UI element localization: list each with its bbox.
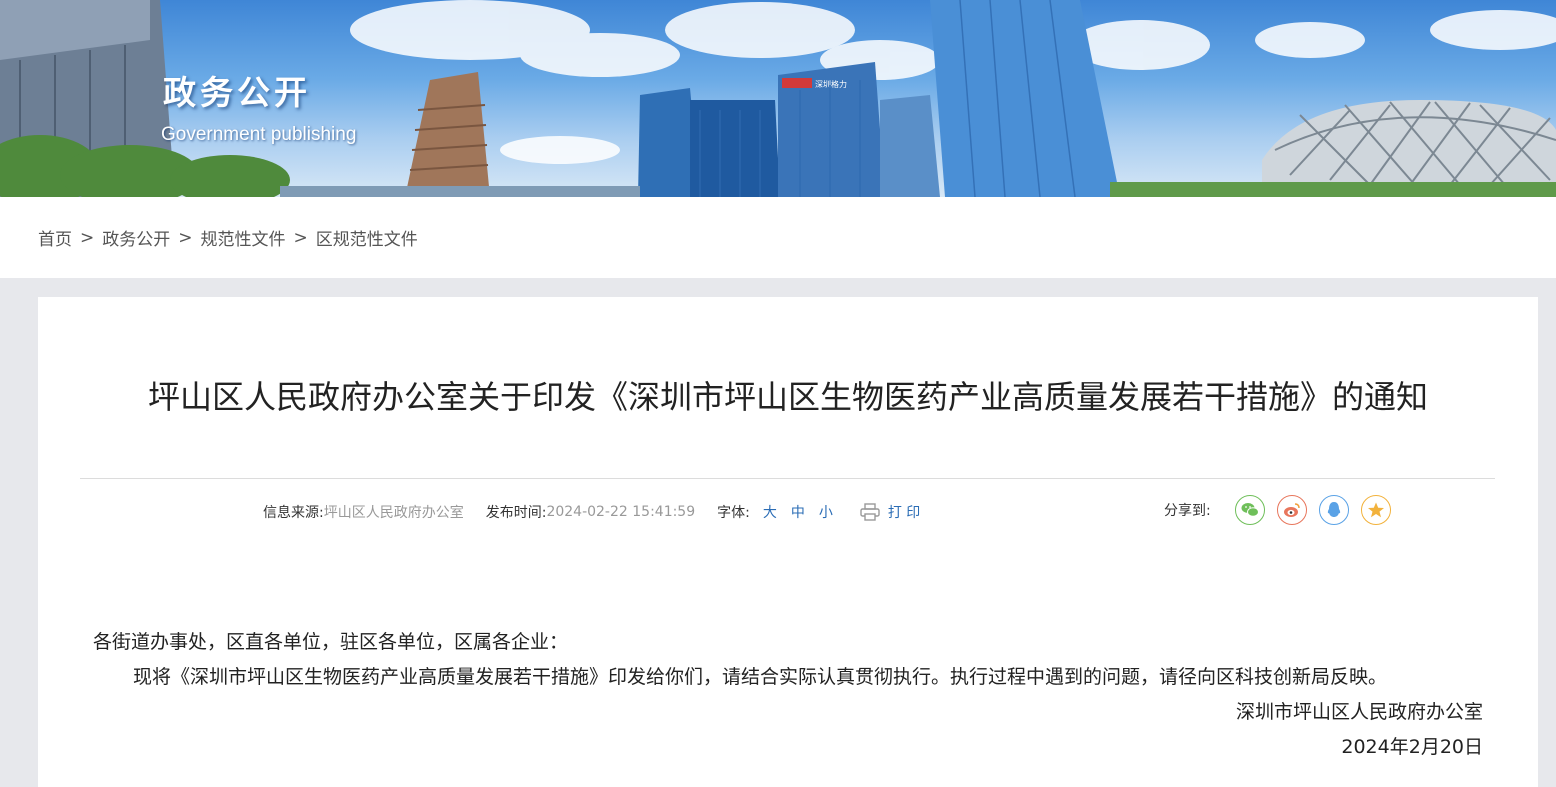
publish-date-value: 2024-02-22 15:41:59 (546, 504, 696, 520)
qzone-icon (1367, 502, 1384, 518)
breadcrumb-normative-docs[interactable]: 规范性文件 (201, 225, 286, 250)
building-sign: 深圳格力 (815, 79, 847, 89)
salutation: 各街道办事处，区直各单位，驻区各单位，区属各企业： (93, 631, 569, 653)
body-paragraph: 现将《深圳市坪山区生物医药产业高质量发展若干措施》印发给你们，请结合实际认真贯彻… (133, 666, 1388, 688)
share-weibo-button[interactable] (1276, 495, 1307, 525)
source-label: 信息来源: (263, 505, 324, 521)
share-label: 分享到: (1164, 503, 1211, 519)
font-size-large-button[interactable]: 大 (763, 502, 777, 522)
banner-title: 政务公开 (163, 73, 311, 112)
article-title: 坪山区人民政府办公室关于印发《深圳市坪山区生物医药产业高质量发展若干措施》的通知 (147, 378, 1428, 416)
qq-icon (1327, 502, 1340, 517)
share-bar: 分享到: (1164, 495, 1391, 525)
breadcrumb: 首页 > 政务公开 > 规范性文件 > 区规范性文件 (0, 197, 1556, 278)
weibo-icon (1283, 503, 1300, 517)
breadcrumb-separator: > (293, 227, 308, 248)
wechat-icon (1241, 503, 1259, 517)
font-size-small-button[interactable]: 小 (819, 502, 833, 522)
article-body: 各街道办事处，区直各单位，驻区各单位，区属各企业： 现将《深圳市坪山区生物医药产… (93, 625, 1483, 765)
print-button[interactable]: 打 印 (860, 502, 920, 522)
breadcrumb-separator: > (178, 227, 193, 248)
share-qzone-button[interactable] (1360, 495, 1391, 525)
publish-date-label: 发布时间: (485, 505, 547, 521)
font-size-medium-button[interactable]: 中 (791, 502, 805, 522)
breadcrumb-gov-publishing[interactable]: 政务公开 (102, 225, 170, 250)
font-size-label: 字体: (717, 505, 750, 521)
share-wechat-button[interactable] (1234, 495, 1265, 525)
share-qq-button[interactable] (1318, 495, 1349, 525)
header-banner: 深圳格力 政务公开 Government publishing (0, 0, 1556, 197)
banner-subtitle: Government publishing (161, 124, 357, 145)
signature-date: 2024年2月20日 (1341, 736, 1483, 758)
source-value: 坪山区人民政府办公室 (323, 505, 464, 521)
breadcrumb-separator: > (80, 227, 95, 248)
article-meta: 信息来源: 坪山区人民政府办公室 发布时间: 2024-02-22 15:41:… (263, 502, 920, 522)
breadcrumb-district-normative-docs[interactable]: 区规范性文件 (316, 225, 418, 250)
breadcrumb-home[interactable]: 首页 (38, 225, 72, 250)
article-card: 坪山区人民政府办公室关于印发《深圳市坪山区生物医药产业高质量发展若干措施》的通知… (38, 297, 1538, 787)
print-label: 打 印 (887, 505, 921, 521)
printer-icon (860, 503, 880, 521)
signature-office: 深圳市坪山区人民政府办公室 (1235, 701, 1483, 723)
title-divider (80, 478, 1495, 479)
